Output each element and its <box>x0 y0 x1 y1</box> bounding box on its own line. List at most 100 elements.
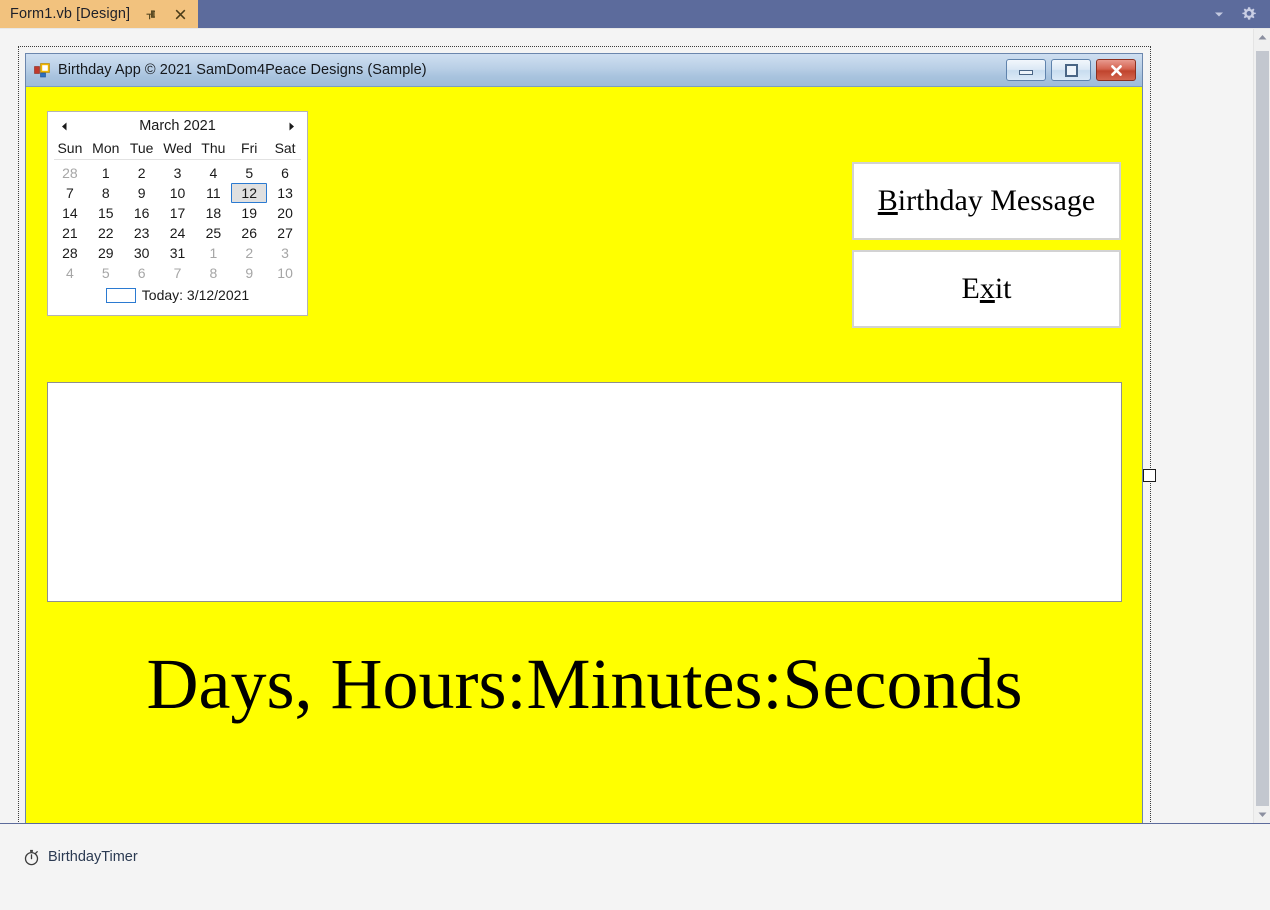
message-textbox[interactable] <box>47 382 1122 602</box>
countdown-label: Days, Hours:Minutes:Seconds <box>146 644 1023 724</box>
calendar-day[interactable]: 24 <box>160 223 196 243</box>
calendar-day[interactable]: 16 <box>124 203 160 223</box>
calendar-day-name: Tue <box>129 140 154 156</box>
calendar-day-name: Sat <box>274 140 296 156</box>
form-title-label: Birthday App © 2021 SamDom4Peace Designs… <box>58 62 427 78</box>
designer-surface[interactable]: Birthday App © 2021 SamDom4Peace Designs… <box>0 28 1270 823</box>
calendar-header: March 2021 <box>48 112 307 140</box>
calendar-day[interactable]: 8 <box>195 263 231 283</box>
timer-icon <box>22 848 40 866</box>
month-calendar[interactable]: March 2021 Sun Mon Tue Wed Thu Fri Sat 28 1 2 3 4 5… <box>47 111 308 316</box>
calendar-day[interactable]: 17 <box>160 203 196 223</box>
close-icon[interactable] <box>170 4 190 24</box>
calendar-day-name: Mon <box>92 140 120 156</box>
calendar-day[interactable]: 27 <box>267 223 303 243</box>
exit-button[interactable]: Exit <box>852 250 1121 328</box>
exit-accelerator: x <box>979 272 995 305</box>
triangle-left-icon[interactable] <box>56 118 72 134</box>
calendar-day[interactable]: 15 <box>88 203 124 223</box>
calendar-day[interactable]: 10 <box>267 263 303 283</box>
calendar-day[interactable]: 3 <box>160 163 196 183</box>
calendar-day[interactable]: 3 <box>267 243 303 263</box>
close-button[interactable] <box>1096 59 1136 81</box>
calendar-day[interactable]: 19 <box>231 203 267 223</box>
calendar-day[interactable]: 2 <box>124 163 160 183</box>
tray-item-birthdaytimer[interactable]: BirthdayTimer <box>22 848 138 866</box>
calendar-today-swatch <box>105 287 136 303</box>
birthday-message-button-label: Birthday Message <box>878 184 1095 218</box>
calendar-day[interactable]: 7 <box>52 183 88 203</box>
tab-strip-controls <box>1210 0 1264 28</box>
calendar-day[interactable]: 7 <box>160 263 196 283</box>
calendar-day[interactable]: 5 <box>231 163 267 183</box>
vb-form-icon <box>34 62 50 78</box>
calendar-month-title[interactable]: March 2021 <box>72 118 283 134</box>
editor-tab-label: Form1.vb [Design] <box>10 6 131 22</box>
birthday-message-button[interactable]: Birthday Message <box>852 162 1121 240</box>
pin-icon[interactable] <box>140 4 160 24</box>
calendar-day[interactable]: 14 <box>52 203 88 223</box>
form-window-controls <box>1006 59 1138 81</box>
calendar-day[interactable]: 22 <box>88 223 124 243</box>
scrollbar-thumb[interactable] <box>1256 51 1269 821</box>
minimize-icon <box>1019 70 1033 75</box>
calendar-day[interactable]: 29 <box>88 243 124 263</box>
form-client-area[interactable]: March 2021 Sun Mon Tue Wed Thu Fri Sat 28 1 2 3 4 5… <box>26 87 1142 823</box>
chevron-down-icon[interactable] <box>1210 5 1228 23</box>
calendar-day[interactable]: 6 <box>267 163 303 183</box>
designer-canvas[interactable]: Birthday App © 2021 SamDom4Peace Designs… <box>0 29 1241 823</box>
form-window[interactable]: Birthday App © 2021 SamDom4Peace Designs… <box>25 53 1143 823</box>
calendar-day[interactable]: 30 <box>124 243 160 263</box>
calendar-day[interactable]: 13 <box>267 183 303 203</box>
calendar-day[interactable]: 26 <box>231 223 267 243</box>
calendar-day-selected[interactable]: 12 <box>231 183 268 203</box>
maximize-icon <box>1064 63 1078 77</box>
editor-tab-form1-design[interactable]: Form1.vb [Design] <box>0 0 199 28</box>
calendar-day[interactable]: 5 <box>88 263 124 283</box>
close-icon <box>1110 64 1122 76</box>
calendar-footer: Today: 3/12/2021 <box>48 287 307 303</box>
exit-prefix: E <box>961 272 980 305</box>
maximize-button[interactable] <box>1051 59 1091 81</box>
calendar-day[interactable]: 11 <box>195 183 231 203</box>
calendar-day[interactable]: 18 <box>195 203 231 223</box>
birthday-message-accelerator: B <box>877 184 898 217</box>
exit-button-label: Exit <box>962 272 1012 306</box>
calendar-today-label[interactable]: Today: 3/12/2021 <box>142 287 249 303</box>
calendar-day[interactable]: 23 <box>124 223 160 243</box>
calendar-day[interactable]: 8 <box>88 183 124 203</box>
calendar-day-name: Wed <box>163 140 192 156</box>
calendar-day[interactable]: 10 <box>160 183 196 203</box>
calendar-day-grid[interactable]: 28 1 2 3 4 5 6 7 8 9 10 11 12 13 14 15 16 17 18 19 20 21 22 23 2… <box>48 160 307 283</box>
calendar-day-name: Thu <box>201 140 226 156</box>
calendar-day[interactable]: 21 <box>52 223 88 243</box>
calendar-day-name: Fri <box>241 140 258 156</box>
calendar-day[interactable]: 1 <box>195 243 231 263</box>
scroll-down-icon[interactable] <box>1254 806 1270 823</box>
form-resize-handle-right[interactable] <box>1143 469 1156 482</box>
birthday-message-rest: irthday Message <box>897 184 1096 217</box>
calendar-day[interactable]: 9 <box>124 183 160 203</box>
calendar-day[interactable]: 1 <box>88 163 124 183</box>
calendar-day[interactable]: 2 <box>231 243 267 263</box>
tray-item-label: BirthdayTimer <box>48 849 138 865</box>
calendar-day[interactable]: 28 <box>52 243 88 263</box>
gear-icon[interactable] <box>1240 5 1258 23</box>
calendar-day-name: Sun <box>57 140 83 156</box>
calendar-day[interactable]: 20 <box>267 203 303 223</box>
component-tray[interactable]: BirthdayTimer <box>0 823 1270 910</box>
calendar-day[interactable]: 31 <box>160 243 196 263</box>
designer-vertical-scrollbar[interactable] <box>1253 29 1270 823</box>
form-title-bar[interactable]: Birthday App © 2021 SamDom4Peace Designs… <box>26 54 1142 87</box>
calendar-day[interactable]: 6 <box>124 263 160 283</box>
calendar-day[interactable]: 9 <box>231 263 267 283</box>
calendar-day[interactable]: 4 <box>195 163 231 183</box>
calendar-day[interactable]: 28 <box>52 163 88 183</box>
exit-suffix: it <box>994 272 1012 305</box>
editor-tab-strip: Form1.vb [Design] <box>0 0 1270 28</box>
triangle-right-icon[interactable] <box>283 118 299 134</box>
calendar-day[interactable]: 25 <box>195 223 231 243</box>
scroll-up-icon[interactable] <box>1254 29 1270 46</box>
calendar-day[interactable]: 4 <box>52 263 88 283</box>
minimize-button[interactable] <box>1006 59 1046 81</box>
